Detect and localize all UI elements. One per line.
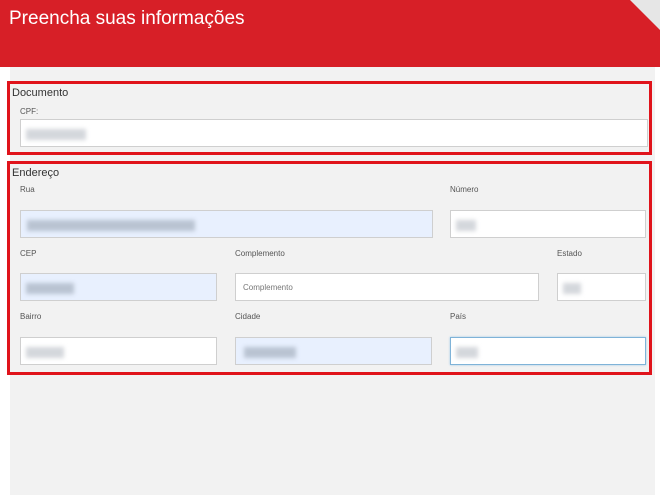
estado-field[interactable] [557,273,646,301]
cpf-field[interactable] [20,119,648,147]
cidade-field[interactable] [235,337,432,365]
cidade-label: Cidade [235,312,261,321]
complemento-field[interactable] [235,273,539,301]
cep-redacted-value [26,283,74,294]
page-header: Preencha suas informações [0,0,660,67]
estado-redacted-value [563,283,581,294]
rua-label: Rua [20,185,35,194]
pais-redacted-value [456,347,478,358]
numero-field[interactable] [450,210,646,238]
bairro-label: Bairro [20,312,42,321]
cep-label: CEP [20,249,37,258]
bairro-field[interactable] [20,337,217,365]
estado-label: Estado [557,249,582,258]
page-title: Preencha suas informações [9,8,245,29]
pais-label: País [450,312,467,321]
numero-redacted-value [456,220,476,231]
cpf-label: CPF: [20,107,39,116]
rua-field[interactable] [20,210,433,238]
numero-label: Número [450,185,479,194]
documento-legend: Documento [12,87,69,99]
cep-field[interactable] [20,273,217,301]
pais-field[interactable] [450,337,646,365]
cidade-redacted-value [244,347,296,358]
rua-redacted-value [27,220,195,231]
complemento-label: Complemento [235,249,285,258]
cpf-redacted-value [26,129,86,140]
endereco-legend: Endereço [12,167,60,179]
endereco-section: Endereço Rua Número CEP Complemento Esta… [7,161,652,375]
documento-section: Documento CPF: [7,81,652,155]
bairro-redacted-value [26,347,64,358]
page-corner-fold [630,0,660,30]
complemento-input[interactable] [236,274,538,300]
